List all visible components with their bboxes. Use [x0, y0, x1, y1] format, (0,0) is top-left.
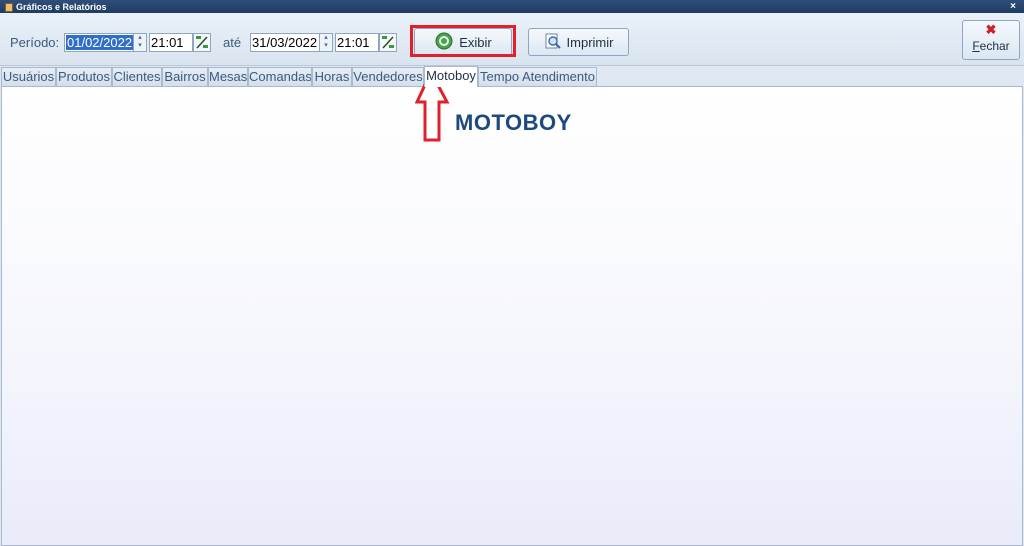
calendar-icon[interactable] [379, 33, 397, 52]
end-time-field[interactable]: 21:01 [335, 33, 379, 52]
period-label: Período: [10, 35, 60, 50]
panel-title: MOTOBOY [455, 110, 572, 135]
red-x-icon: ✖ [985, 22, 997, 37]
start-time-field[interactable]: 21:01 [149, 33, 193, 52]
close-button-label: Fechar [972, 39, 1010, 53]
close-button[interactable]: ✖ Fechar [962, 20, 1020, 60]
tab-motoboy[interactable]: Motoboy [424, 66, 478, 87]
window-title: Gráficos e Relatórios [16, 1, 107, 12]
close-icon[interactable]: × [1010, 0, 1016, 13]
tab-horas[interactable]: Horas [312, 67, 352, 86]
end-date-field[interactable]: 31/03/2022 [250, 33, 320, 52]
end-date-spinner[interactable]: ▴ ▾ [320, 33, 333, 52]
app-icon [4, 2, 13, 12]
tab-comandas[interactable]: Comandas [248, 67, 312, 86]
report-tabs: Usuários Produtos Clientes Bairros Mesas… [0, 66, 1024, 87]
until-label: até [223, 35, 242, 50]
magnifier-print-icon [544, 32, 562, 53]
calendar-icon[interactable] [193, 33, 211, 52]
tab-mesas[interactable]: Mesas [208, 67, 248, 86]
tab-usuarios[interactable]: Usuários [1, 67, 56, 86]
print-button[interactable]: Imprimir [528, 28, 629, 56]
annotation-highlight-box [410, 25, 516, 57]
tab-vendedores[interactable]: Vendedores [352, 67, 424, 86]
tab-produtos[interactable]: Produtos [56, 67, 112, 86]
window-titlebar: Gráficos e Relatórios × [0, 0, 1024, 13]
tab-clientes[interactable]: Clientes [112, 67, 162, 86]
print-button-label: Imprimir [566, 34, 614, 50]
report-panel [1, 86, 1023, 546]
start-date-field[interactable]: 01/02/2022 [64, 33, 134, 52]
start-date-spinner[interactable]: ▴ ▾ [134, 33, 147, 52]
tab-bairros[interactable]: Bairros [162, 67, 208, 86]
start-date-value: 01/02/2022 [66, 35, 134, 50]
tab-tempo-atendimento[interactable]: Tempo Atendimento [478, 67, 597, 86]
